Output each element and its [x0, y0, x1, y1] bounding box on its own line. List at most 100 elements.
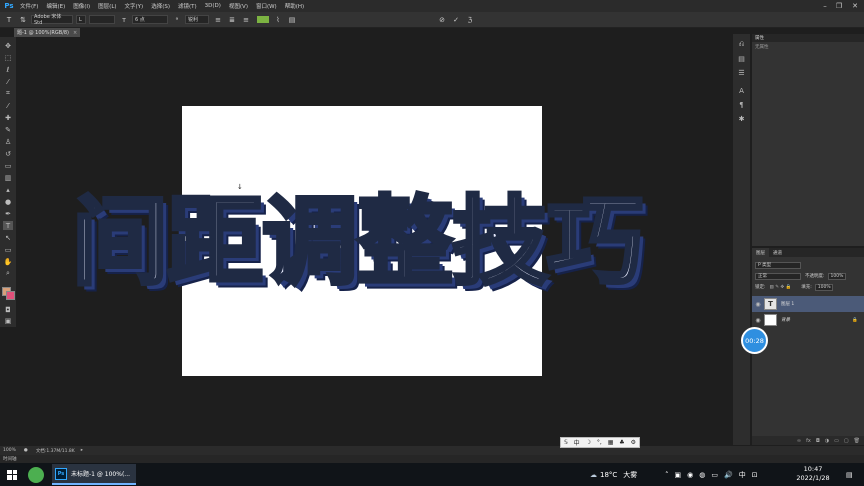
ime-mode[interactable]: 中 — [574, 438, 580, 447]
minimize-icon[interactable]: – — [818, 0, 832, 12]
move-tool-icon[interactable]: ✥ — [3, 41, 13, 50]
warp-text-icon[interactable]: ⌇ — [273, 15, 283, 25]
marquee-tool-icon[interactable]: ⬚ — [3, 53, 13, 62]
cancel-icon[interactable]: ⊘ — [437, 15, 447, 25]
quick-select-icon[interactable]: ⁄ — [3, 77, 13, 86]
ime-language[interactable]: 中 — [739, 470, 746, 480]
eyedropper-icon[interactable]: ⁄ — [3, 101, 13, 110]
ime-skin-icon[interactable]: ♣ — [619, 439, 624, 446]
ime-punct[interactable]: °, — [597, 439, 602, 446]
status-arrow-icon[interactable]: ▸ — [81, 448, 83, 453]
healing-brush-icon[interactable]: ✚ — [3, 113, 13, 122]
character-panel-icon[interactable]: ▤ — [287, 15, 297, 25]
browser-app-icon[interactable] — [28, 466, 44, 483]
menu-window[interactable]: 窗口(W) — [252, 2, 281, 10]
lasso-tool-icon[interactable]: ℓ — [3, 65, 13, 74]
text-color-swatch[interactable] — [257, 16, 269, 23]
background-color-swatch[interactable] — [6, 291, 15, 300]
font-size-select[interactable]: 6 点 — [132, 15, 168, 24]
menu-help[interactable]: 帮助(H) — [281, 2, 308, 10]
eye-icon[interactable]: ◉ — [752, 317, 764, 324]
fill-input[interactable]: 100% — [814, 283, 833, 291]
lock-icons[interactable]: ▧ ✎ ✥ 🔒 — [770, 285, 792, 290]
volume-icon[interactable]: 🔊 — [724, 471, 733, 479]
clone-stamp-icon[interactable]: ♙ — [3, 137, 13, 146]
ime-logo-icon[interactable]: 𝕊 — [564, 439, 568, 446]
fx-icon[interactable]: fx — [806, 438, 811, 444]
commit-icon[interactable]: ✓ — [451, 15, 461, 25]
chevron-up-icon[interactable]: ˄ — [665, 471, 669, 479]
ime-tray-icon[interactable]: ⊡ — [752, 471, 758, 479]
mask-icon[interactable]: ◘ — [816, 438, 820, 444]
menu-select[interactable]: 选择(S) — [147, 2, 174, 10]
layer-kind-filter[interactable]: P 类型 — [755, 261, 801, 269]
font-family-select[interactable]: Adobe 宋体 Std — [31, 14, 73, 26]
zoom-level[interactable]: 100% — [3, 448, 16, 453]
ime-settings-icon[interactable]: ⚙ — [631, 439, 636, 446]
pen-tool-icon[interactable]: ✒ — [3, 209, 13, 218]
shape-tool-icon[interactable]: ▭ — [3, 245, 13, 254]
ime-keyboard-icon[interactable]: ▦ — [608, 439, 614, 446]
menu-3d[interactable]: 3D(D) — [201, 3, 225, 9]
hand-tool-icon[interactable]: ✋ — [3, 257, 13, 266]
tray-app-icon-3[interactable]: ◍ — [699, 471, 705, 479]
menu-file[interactable]: 文件(F) — [16, 2, 42, 10]
text-orientation-icon[interactable]: ⇅ — [18, 15, 28, 25]
menu-filter[interactable]: 滤镜(T) — [174, 2, 201, 10]
type-tool-icon[interactable]: T — [3, 221, 13, 230]
new-layer-icon[interactable]: ▢ — [844, 438, 849, 444]
type-tool-icon[interactable]: T — [4, 15, 14, 25]
blur-tool-icon[interactable]: ▴ — [3, 185, 13, 194]
properties-panel-title[interactable]: 属性 — [752, 34, 864, 42]
menu-image[interactable]: 图像(I) — [69, 2, 94, 10]
anti-alias-select[interactable]: 锐利 — [185, 15, 209, 24]
opacity-input[interactable]: 100% — [827, 272, 846, 280]
gradient-tool-icon[interactable]: ▥ — [3, 173, 13, 182]
paragraph-icon[interactable]: ¶ — [737, 100, 746, 109]
taskbar-photoshop-button[interactable]: Ps 未标题-1 @ 100%(... — [52, 464, 136, 485]
adjustments-icon[interactable]: ☰ — [737, 68, 746, 77]
screen-mode-icon[interactable]: ▣ — [3, 316, 13, 325]
zoom-tool-icon[interactable]: ⌕ — [3, 269, 13, 278]
tab-close-icon[interactable]: × — [73, 30, 77, 36]
blend-mode-select[interactable]: 正常 — [755, 272, 801, 280]
group-icon[interactable]: ▭ — [834, 438, 839, 444]
tool-presets-icon[interactable]: ✱ — [737, 114, 746, 123]
align-left-icon[interactable]: ≡ — [213, 15, 223, 25]
history-brush-icon[interactable]: ↺ — [3, 149, 13, 158]
eraser-icon[interactable]: ▭ — [3, 161, 13, 170]
crop-tool-icon[interactable]: ⌗ — [3, 89, 13, 98]
document-tab[interactable]: 题-1 @ 100%(RGB/8) × — [14, 28, 80, 37]
tray-app-icon[interactable]: ▣ — [675, 471, 682, 479]
layer-row-background[interactable]: ◉ 背景 🔒 — [752, 312, 864, 328]
eye-icon[interactable]: ◉ — [752, 301, 764, 308]
close-icon[interactable]: ✕ — [848, 0, 862, 12]
menu-type[interactable]: 文字(Y) — [121, 2, 148, 10]
align-center-icon[interactable]: ≣ — [227, 15, 237, 25]
dodge-tool-icon[interactable]: ● — [3, 197, 13, 206]
link-icon[interactable]: ∞ — [797, 438, 801, 444]
menu-edit[interactable]: 编辑(E) — [42, 2, 69, 10]
ime-moon-icon[interactable]: ☽ — [586, 439, 591, 446]
tab-channels[interactable]: 通道 — [769, 248, 786, 257]
character-icon[interactable]: A — [737, 86, 746, 95]
adjustment-layer-icon[interactable]: ◑ — [825, 438, 829, 444]
quick-mask-icon[interactable]: ◘ — [3, 305, 13, 314]
history-icon[interactable]: ⎌ — [737, 40, 746, 49]
tray-app-icon-2[interactable]: ◉ — [687, 471, 693, 479]
network-icon[interactable]: ▭ — [711, 471, 718, 479]
taskbar-clock[interactable]: 10:47 2022/1/28 — [788, 465, 838, 485]
menu-view[interactable]: 视图(V) — [225, 2, 252, 10]
notification-icon[interactable]: ▤ — [846, 463, 853, 486]
menu-layer[interactable]: 图层(L) — [94, 2, 120, 10]
properties-icon[interactable]: ▤ — [737, 54, 746, 63]
weather-widget[interactable]: ☁ 18°C 大雾 — [590, 463, 637, 486]
tab-layers[interactable]: 图层 — [752, 248, 769, 257]
start-button[interactable] — [0, 463, 24, 486]
3d-icon[interactable]: ℨ — [465, 15, 475, 25]
path-select-icon[interactable]: ↖ — [3, 233, 13, 242]
font-style-select[interactable]: L — [76, 15, 86, 24]
brush-tool-icon[interactable]: ✎ — [3, 125, 13, 134]
font-weight-select[interactable] — [89, 15, 115, 24]
layer-row-text[interactable]: ◉ T 图层 1 — [752, 296, 864, 312]
